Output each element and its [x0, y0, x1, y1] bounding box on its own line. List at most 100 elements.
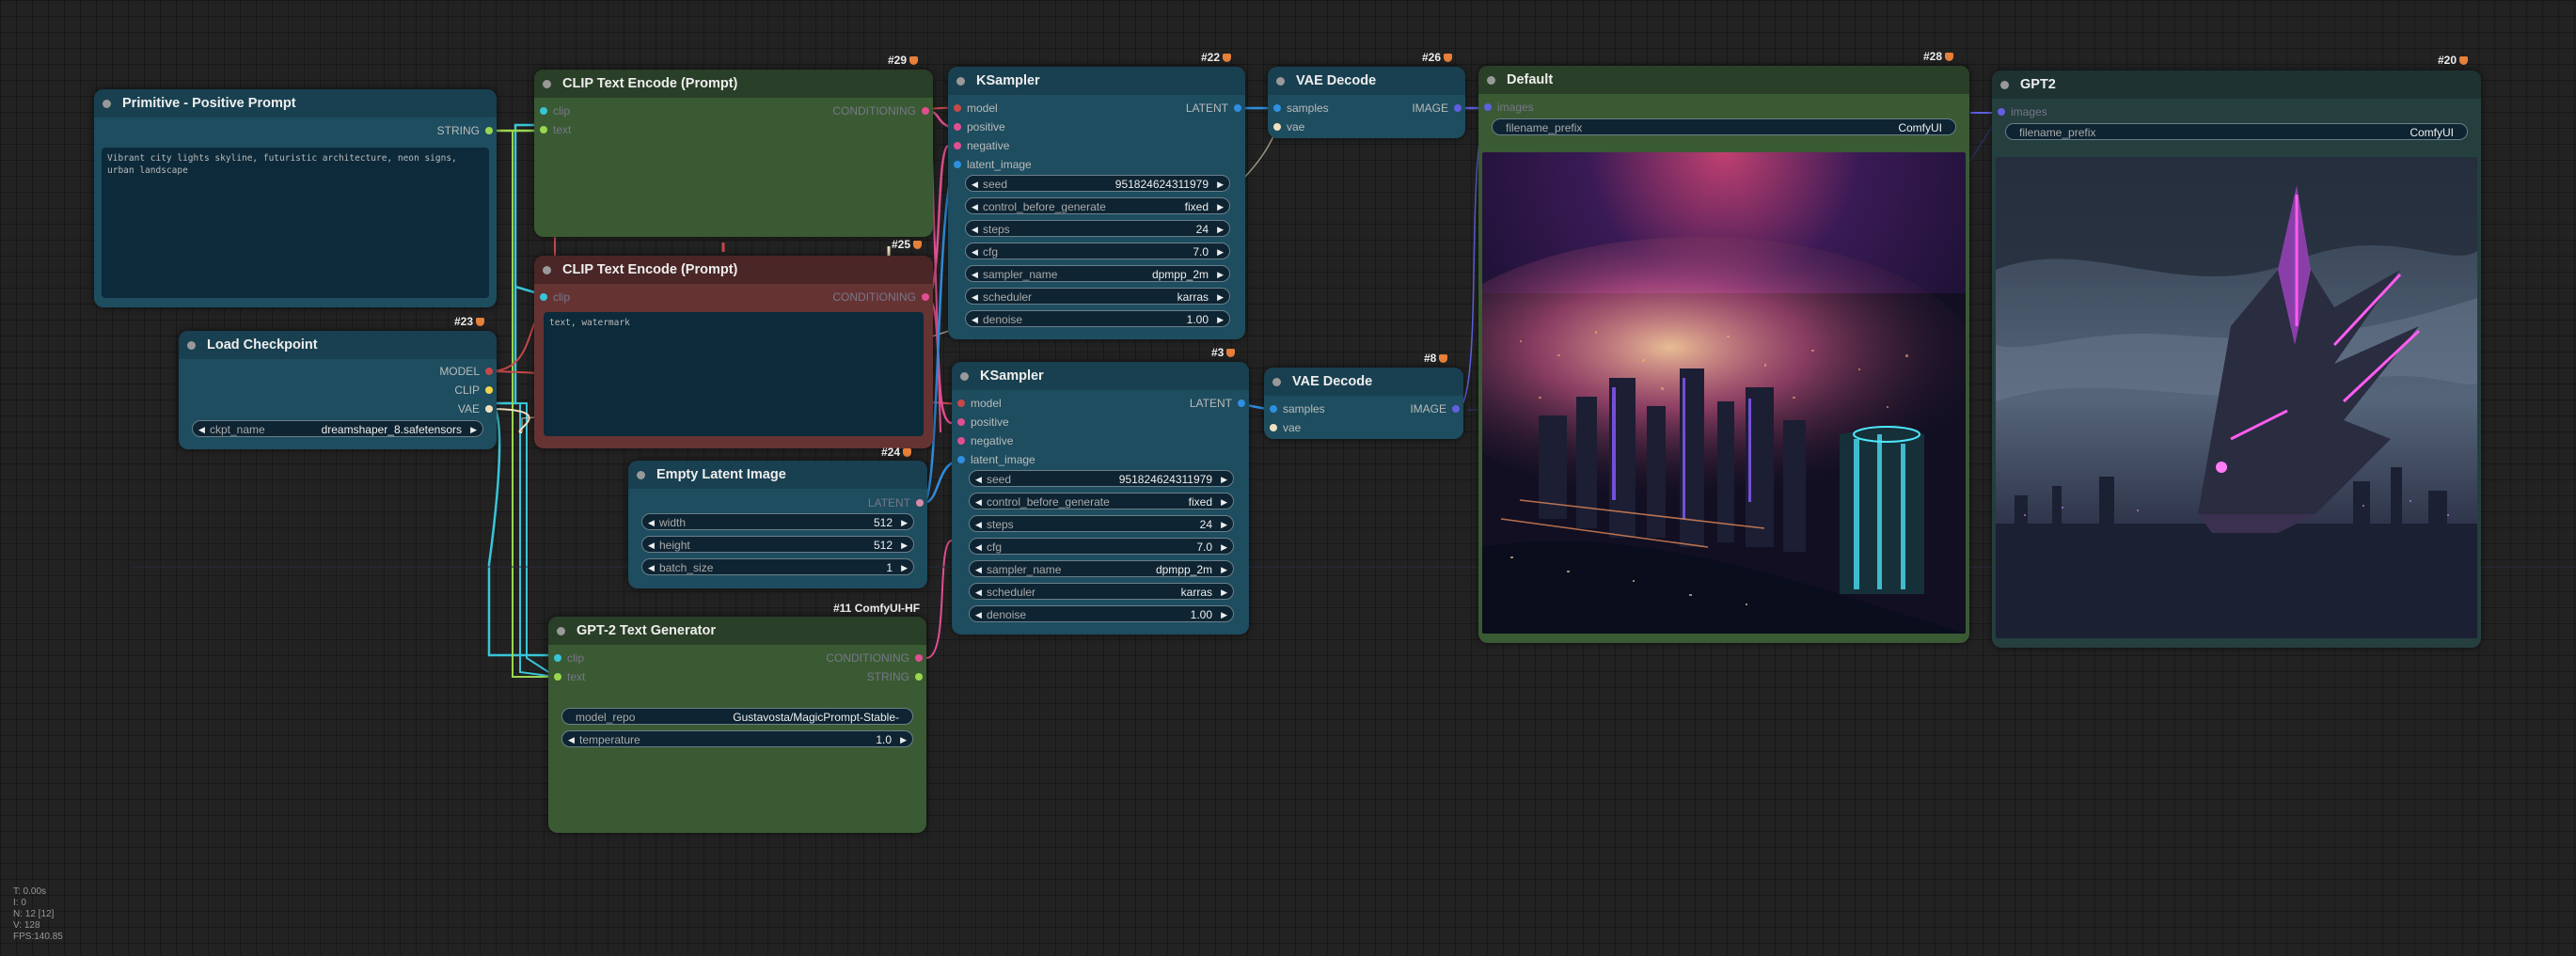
increment-arrow-icon[interactable]: ▶: [1221, 561, 1227, 578]
negative-prompt-textarea[interactable]: text, watermark: [544, 312, 924, 436]
sampler-name-widget[interactable]: ◀ sampler_name dpmpp_2m ▶: [965, 265, 1230, 282]
denoise-widget[interactable]: ◀ denoise 1.00 ▶: [965, 310, 1230, 327]
output-conditioning[interactable]: CONDITIONING: [832, 290, 929, 305]
node-title[interactable]: Default: [1478, 66, 1969, 94]
height-number-widget[interactable]: ◀ height 512 ▶: [641, 536, 914, 553]
increment-arrow-icon[interactable]: ▶: [470, 421, 477, 438]
input-clip[interactable]: clip: [540, 103, 570, 118]
increment-arrow-icon[interactable]: ▶: [1217, 311, 1224, 328]
increment-arrow-icon[interactable]: ▶: [1217, 176, 1224, 193]
decrement-arrow-icon[interactable]: ◀: [972, 198, 978, 215]
collapse-dot-icon[interactable]: [557, 627, 565, 635]
slot-dot-icon[interactable]: [915, 654, 923, 662]
seed-widget[interactable]: ◀ seed 951824624311979 ▶: [969, 470, 1234, 487]
slot-dot-icon[interactable]: [485, 127, 493, 134]
vae-decode-node-8[interactable]: VAE Decode samples vae IMAGE: [1264, 368, 1463, 439]
input-model[interactable]: model: [954, 101, 998, 116]
control-before-generate-widget[interactable]: ◀ control_before_generate fixed ▶: [969, 493, 1234, 509]
slot-dot-icon[interactable]: [1238, 400, 1245, 407]
slot-dot-icon[interactable]: [1270, 424, 1277, 431]
slot-dot-icon[interactable]: [540, 107, 547, 115]
collapse-dot-icon[interactable]: [637, 471, 645, 479]
decrement-arrow-icon[interactable]: ◀: [975, 606, 982, 623]
slot-dot-icon[interactable]: [1452, 405, 1460, 413]
generated-image-preview[interactable]: [1482, 152, 1966, 634]
decrement-arrow-icon[interactable]: ◀: [648, 537, 655, 554]
slot-dot-icon[interactable]: [1998, 108, 2005, 116]
output-image[interactable]: IMAGE: [1410, 401, 1460, 416]
input-negative[interactable]: negative: [957, 433, 1013, 448]
filename-prefix-widget[interactable]: filename_prefix ComfyUI: [2005, 123, 2468, 140]
load-checkpoint-node[interactable]: Load Checkpoint MODEL CLIP VAE ◀ ckpt_na…: [179, 331, 497, 449]
input-negative[interactable]: negative: [954, 138, 1009, 153]
slot-dot-icon[interactable]: [957, 418, 965, 426]
output-string[interactable]: STRING: [867, 669, 923, 684]
filename-prefix-widget[interactable]: filename_prefix ComfyUI: [1492, 118, 1956, 135]
output-string[interactable]: STRING: [437, 123, 493, 138]
empty-latent-image-node[interactable]: Empty Latent Image LATENT ◀ width 512 ▶ ◀ he…: [628, 461, 927, 588]
increment-arrow-icon[interactable]: ▶: [1221, 516, 1227, 533]
decrement-arrow-icon[interactable]: ◀: [648, 559, 655, 576]
decrement-arrow-icon[interactable]: ◀: [972, 243, 978, 260]
node-title[interactable]: VAE Decode: [1268, 67, 1465, 95]
decrement-arrow-icon[interactable]: ◀: [972, 176, 978, 193]
input-positive[interactable]: positive: [957, 415, 1009, 430]
decrement-arrow-icon[interactable]: ◀: [972, 266, 978, 283]
collapse-dot-icon[interactable]: [1276, 77, 1285, 86]
decrement-arrow-icon[interactable]: ◀: [975, 471, 982, 488]
slot-dot-icon[interactable]: [957, 456, 965, 463]
node-title[interactable]: GPT2: [1992, 71, 2481, 99]
input-samples[interactable]: samples: [1270, 401, 1325, 416]
node-title[interactable]: GPT-2 Text Generator: [548, 617, 926, 645]
input-images[interactable]: images: [1998, 104, 2047, 119]
slot-dot-icon[interactable]: [1234, 104, 1241, 112]
batch-size-number-widget[interactable]: ◀ batch_size 1 ▶: [641, 558, 914, 575]
slot-dot-icon[interactable]: [957, 400, 965, 407]
increment-arrow-icon[interactable]: ▶: [1217, 221, 1224, 238]
slot-dot-icon[interactable]: [485, 386, 493, 394]
node-title[interactable]: VAE Decode: [1264, 368, 1463, 396]
decrement-arrow-icon[interactable]: ◀: [972, 289, 978, 306]
scheduler-widget[interactable]: ◀ scheduler karras ▶: [965, 288, 1230, 305]
decrement-arrow-icon[interactable]: ◀: [568, 731, 575, 748]
node-title[interactable]: Empty Latent Image: [628, 461, 927, 489]
input-clip[interactable]: clip: [540, 290, 570, 305]
input-text[interactable]: text: [554, 669, 585, 684]
decrement-arrow-icon[interactable]: ◀: [198, 421, 205, 438]
ksampler-node-22[interactable]: KSampler model positive negative latent_…: [948, 67, 1245, 339]
output-vae[interactable]: VAE: [458, 401, 493, 416]
slot-dot-icon[interactable]: [922, 293, 929, 301]
ckpt-name-combo[interactable]: ◀ ckpt_name dreamshaper_8.safetensors ▶: [192, 420, 483, 437]
decrement-arrow-icon[interactable]: ◀: [975, 584, 982, 601]
decrement-arrow-icon[interactable]: ◀: [972, 311, 978, 328]
slot-dot-icon[interactable]: [554, 654, 561, 662]
save-image-default-node[interactable]: Default images filename_prefix ComfyUI: [1478, 66, 1969, 643]
steps-widget[interactable]: ◀ steps 24 ▶: [965, 220, 1230, 237]
increment-arrow-icon[interactable]: ▶: [1217, 198, 1224, 215]
collapse-dot-icon[interactable]: [1272, 378, 1281, 386]
collapse-dot-icon[interactable]: [960, 372, 969, 381]
node-title[interactable]: KSampler: [948, 67, 1245, 95]
collapse-dot-icon[interactable]: [543, 266, 551, 274]
control-before-generate-widget[interactable]: ◀ control_before_generate fixed ▶: [965, 197, 1230, 214]
slot-dot-icon[interactable]: [540, 126, 547, 133]
input-images[interactable]: images: [1484, 100, 1534, 115]
collapse-dot-icon[interactable]: [103, 100, 111, 108]
increment-arrow-icon[interactable]: ▶: [1221, 539, 1227, 556]
slot-dot-icon[interactable]: [916, 499, 924, 507]
denoise-widget[interactable]: ◀ denoise 1.00 ▶: [969, 605, 1234, 622]
output-image[interactable]: IMAGE: [1412, 101, 1462, 116]
cfg-widget[interactable]: ◀ cfg 7.0 ▶: [965, 243, 1230, 259]
input-clip[interactable]: clip: [554, 650, 584, 666]
output-latent[interactable]: LATENT: [868, 495, 924, 510]
output-model[interactable]: MODEL: [439, 364, 493, 379]
output-latent[interactable]: LATENT: [1190, 396, 1245, 411]
scheduler-widget[interactable]: ◀ scheduler karras ▶: [969, 583, 1234, 600]
node-title[interactable]: CLIP Text Encode (Prompt): [534, 256, 933, 284]
output-conditioning[interactable]: CONDITIONING: [832, 103, 929, 118]
decrement-arrow-icon[interactable]: ◀: [648, 514, 655, 531]
primitive-node[interactable]: Primitive - Positive Prompt STRING Vibra…: [94, 89, 497, 307]
slot-dot-icon[interactable]: [922, 107, 929, 115]
collapse-dot-icon[interactable]: [543, 80, 551, 88]
save-image-gpt2-node[interactable]: GPT2 images filename_prefix ComfyUI: [1992, 71, 2481, 648]
